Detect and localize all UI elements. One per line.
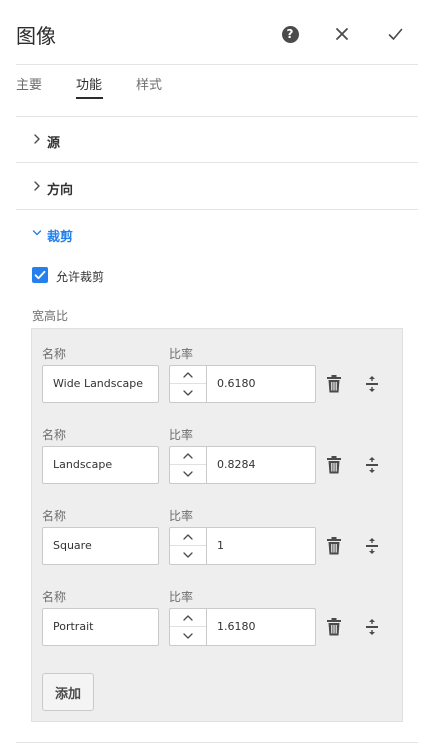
active-tab-indicator <box>76 97 103 99</box>
chevron-down-icon <box>183 471 193 477</box>
header-divider <box>16 64 418 65</box>
reorder-handle[interactable] <box>362 455 382 475</box>
chevron-right-icon <box>34 134 40 144</box>
help-button[interactable]: ? <box>278 22 302 46</box>
trash-icon <box>327 375 341 393</box>
ratio-field-label: 比率 <box>169 428 194 442</box>
aspect-ratio-row: 名称 比率 Portrait 1.6180 <box>42 588 402 662</box>
aspect-ratio-row: 名称 比率 Wide Landscape 0.6180 <box>42 345 402 419</box>
trash-icon <box>327 618 341 636</box>
bottom-divider <box>16 742 418 743</box>
name-field-label: 名称 <box>42 428 67 442</box>
chevron-down-icon <box>183 633 193 639</box>
chevron-up-icon <box>183 533 193 540</box>
tab-features[interactable]: 功能 <box>76 74 102 93</box>
add-button[interactable]: 添加 <box>42 673 94 711</box>
chevron-down-icon <box>183 390 193 396</box>
delete-button[interactable] <box>324 374 344 394</box>
aspect-ratio-input[interactable]: 0.8284 <box>206 446 316 484</box>
chevron-up-icon <box>183 371 193 378</box>
dialog-header: 图像 ? <box>0 0 434 66</box>
delete-button[interactable] <box>324 455 344 475</box>
accordion-crop[interactable]: 裁剪 <box>16 211 418 257</box>
help-icon: ? <box>281 25 299 43</box>
aspect-name-input[interactable]: Landscape <box>42 446 159 484</box>
allow-crop-label: 允许裁剪 <box>56 270 105 284</box>
accordion-crop-label: 裁剪 <box>47 230 74 245</box>
aspect-ratio-input[interactable]: 0.6180 <box>206 365 316 403</box>
checkbox-checked-icon <box>32 267 48 283</box>
delete-button[interactable] <box>324 536 344 556</box>
tab-main[interactable]: 主要 <box>16 74 42 93</box>
move-vertical-icon <box>366 538 378 554</box>
aspect-ratio-label: 宽高比 <box>32 309 69 323</box>
aspect-name-input[interactable]: Portrait <box>42 608 159 646</box>
confirm-button[interactable] <box>383 22 407 46</box>
ratio-stepper <box>169 527 206 565</box>
aspect-ratio-multifield: 名称 比率 Wide Landscape 0.6180 名称 比率 Landsc… <box>31 328 403 722</box>
reorder-handle[interactable] <box>362 617 382 637</box>
close-button[interactable] <box>330 22 354 46</box>
accordion-source-label: 源 <box>47 136 61 151</box>
decrement-button[interactable] <box>170 546 206 564</box>
chevron-down-icon <box>183 552 193 558</box>
delete-button[interactable] <box>324 617 344 637</box>
move-vertical-icon <box>366 457 378 473</box>
move-vertical-icon <box>366 619 378 635</box>
accordion-source[interactable]: 源 <box>16 117 418 163</box>
decrement-button[interactable] <box>170 627 206 645</box>
name-field-label: 名称 <box>42 509 67 523</box>
name-field-label: 名称 <box>42 347 67 361</box>
decrement-button[interactable] <box>170 465 206 483</box>
aspect-ratio-row: 名称 比率 Landscape 0.8284 <box>42 426 402 500</box>
aspect-ratio-input[interactable]: 1 <box>206 527 316 565</box>
increment-button[interactable] <box>170 447 206 465</box>
ratio-stepper <box>169 608 206 646</box>
ratio-field-label: 比率 <box>169 590 194 604</box>
name-field-label: 名称 <box>42 590 67 604</box>
aspect-name-input[interactable]: Wide Landscape <box>42 365 159 403</box>
chevron-right-icon <box>34 181 40 191</box>
tab-list: 主要 功能 样式 <box>16 66 418 116</box>
ratio-field-label: 比率 <box>169 347 194 361</box>
dialog-title: 图像 <box>16 24 56 48</box>
move-vertical-icon <box>366 376 378 392</box>
tab-styles[interactable]: 样式 <box>136 74 162 93</box>
aspect-name-input[interactable]: Square <box>42 527 159 565</box>
reorder-handle[interactable] <box>362 536 382 556</box>
chevron-up-icon <box>183 452 193 459</box>
checkmark-icon <box>388 28 402 40</box>
increment-button[interactable] <box>170 366 206 384</box>
accordion-orientation-label: 方向 <box>47 183 74 198</box>
close-icon <box>336 28 348 40</box>
ratio-stepper <box>169 365 206 403</box>
chevron-down-icon <box>32 230 42 236</box>
accordion-orientation[interactable]: 方向 <box>16 164 418 210</box>
aspect-ratio-input[interactable]: 1.6180 <box>206 608 316 646</box>
aspect-ratio-row: 名称 比率 Square 1 <box>42 507 402 581</box>
ratio-stepper <box>169 446 206 484</box>
decrement-button[interactable] <box>170 384 206 402</box>
trash-icon <box>327 537 341 555</box>
chevron-up-icon <box>183 614 193 621</box>
increment-button[interactable] <box>170 528 206 546</box>
trash-icon <box>327 456 341 474</box>
reorder-handle[interactable] <box>362 374 382 394</box>
ratio-field-label: 比率 <box>169 509 194 523</box>
increment-button[interactable] <box>170 609 206 627</box>
